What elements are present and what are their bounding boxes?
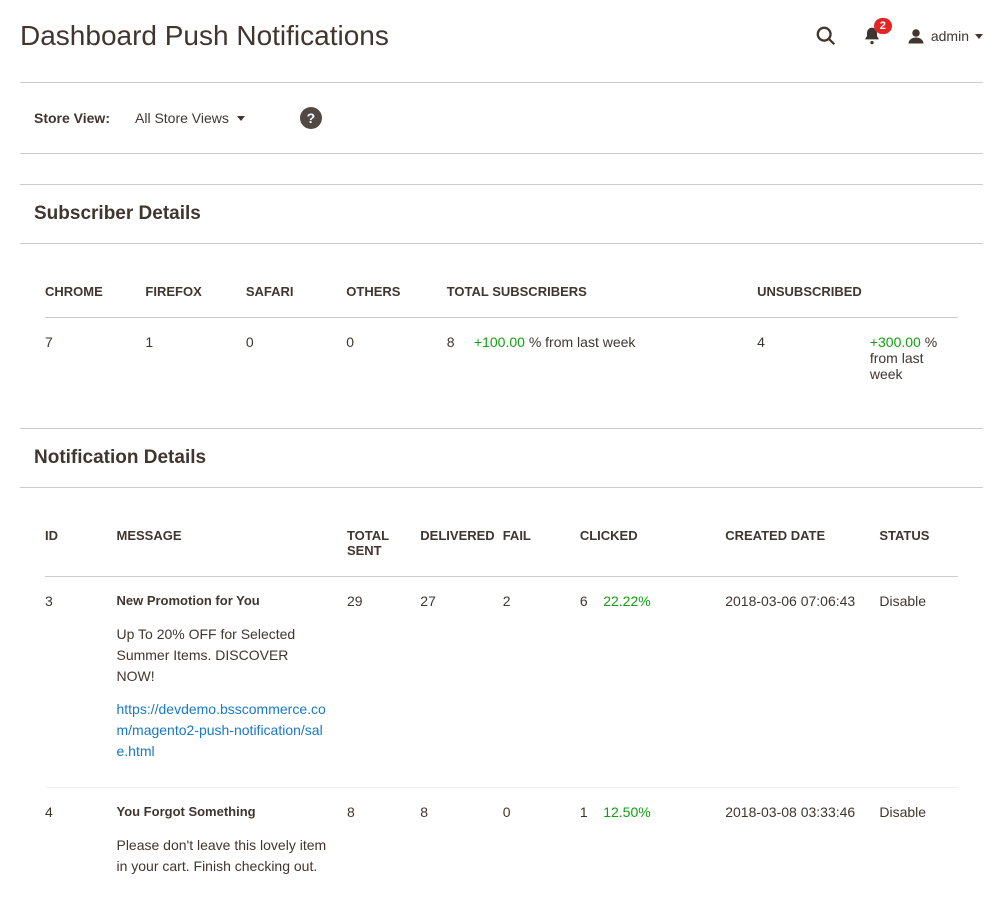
user-icon (907, 27, 925, 45)
col-clicked: CLICKED (580, 518, 725, 577)
cell-created: 2018-03-08 03:33:46 (725, 788, 879, 914)
chevron-down-icon (975, 34, 983, 39)
cell-total: 8 +100.00 % from last week (447, 318, 757, 399)
cell-fail: 0 (503, 788, 580, 914)
cell-delivered: 8 (420, 788, 502, 914)
col-unsub: UNSUBSCRIBED (757, 274, 870, 318)
cell-unsub: 4 (757, 318, 870, 399)
subscriber-row: 7 1 0 0 8 +100.00 % from last week 4 +30… (45, 318, 958, 399)
message-title: You Forgot Something (116, 804, 326, 819)
header-actions: 2 admin (815, 25, 983, 47)
store-view-value: All Store Views (135, 110, 229, 126)
col-message: MESSAGE (116, 518, 346, 577)
col-chrome: CHROME (45, 274, 145, 318)
cell-status: Disable (879, 788, 958, 914)
subscriber-table: CHROME FIREFOX SAFARI OTHERS TOTAL SUBSC… (45, 274, 958, 398)
store-view-select[interactable]: All Store Views (135, 110, 245, 126)
col-status: STATUS (879, 518, 958, 577)
col-others: OTHERS (346, 274, 446, 318)
cell-fail: 2 (503, 577, 580, 788)
message-link[interactable]: https://devdemo.bsscommerce.com/magento2… (116, 699, 326, 762)
notifications-icon[interactable]: 2 (862, 26, 882, 46)
col-total: TOTAL SUBSCRIBERS (447, 274, 757, 318)
table-row: 4You Forgot Something Please don't leave … (45, 788, 958, 914)
notification-table: ID MESSAGE TOTAL SENT DELIVERED FAIL CLI… (45, 518, 958, 914)
col-total-sent: TOTAL SENT (347, 518, 420, 577)
cell-total-sent: 29 (347, 577, 420, 788)
cell-message: You Forgot Something Please don't leave t… (116, 788, 346, 914)
store-view-label: Store View: (34, 110, 110, 126)
user-menu[interactable]: admin (907, 27, 983, 45)
search-icon[interactable] (815, 25, 837, 47)
cell-delivered: 27 (420, 577, 502, 788)
col-created: CREATED DATE (725, 518, 879, 577)
col-fail: FAIL (503, 518, 580, 577)
cell-status: Disable (879, 577, 958, 788)
cell-chrome: 7 (45, 318, 145, 399)
cell-message: New Promotion for You Up To 20% OFF for S… (116, 577, 346, 788)
message-body: Up To 20% OFF for Selected Summer Items.… (116, 624, 326, 687)
subscriber-section: Subscriber Details CHROME FIREFOX SAFARI… (20, 184, 983, 398)
col-id: ID (45, 518, 116, 577)
cell-clicked: 6 22.22% (580, 577, 725, 788)
col-delivered: DELIVERED (420, 518, 502, 577)
cell-id: 4 (45, 788, 116, 914)
cell-total-sent: 8 (347, 788, 420, 914)
chevron-down-icon (237, 116, 245, 121)
notification-section: Notification Details ID MESSAGE TOTAL SE… (20, 428, 983, 914)
help-icon[interactable]: ? (300, 107, 322, 129)
subscriber-section-title: Subscriber Details (20, 184, 983, 244)
cell-firefox: 1 (145, 318, 245, 399)
cell-others: 0 (346, 318, 446, 399)
notifications-badge: 2 (874, 18, 892, 34)
store-view-bar: Store View: All Store Views ? (20, 82, 983, 154)
page-header: Dashboard Push Notifications 2 admin (20, 0, 983, 82)
cell-clicked: 1 12.50% (580, 788, 725, 914)
page-title: Dashboard Push Notifications (20, 20, 389, 52)
message-body: Please don't leave this lovely item in y… (116, 835, 326, 877)
user-label: admin (931, 28, 969, 44)
cell-id: 3 (45, 577, 116, 788)
col-firefox: FIREFOX (145, 274, 245, 318)
cell-safari: 0 (246, 318, 346, 399)
cell-created: 2018-03-06 07:06:43 (725, 577, 879, 788)
notification-section-title: Notification Details (20, 428, 983, 488)
message-title: New Promotion for You (116, 593, 326, 608)
col-safari: SAFARI (246, 274, 346, 318)
table-row: 3New Promotion for You Up To 20% OFF for … (45, 577, 958, 788)
